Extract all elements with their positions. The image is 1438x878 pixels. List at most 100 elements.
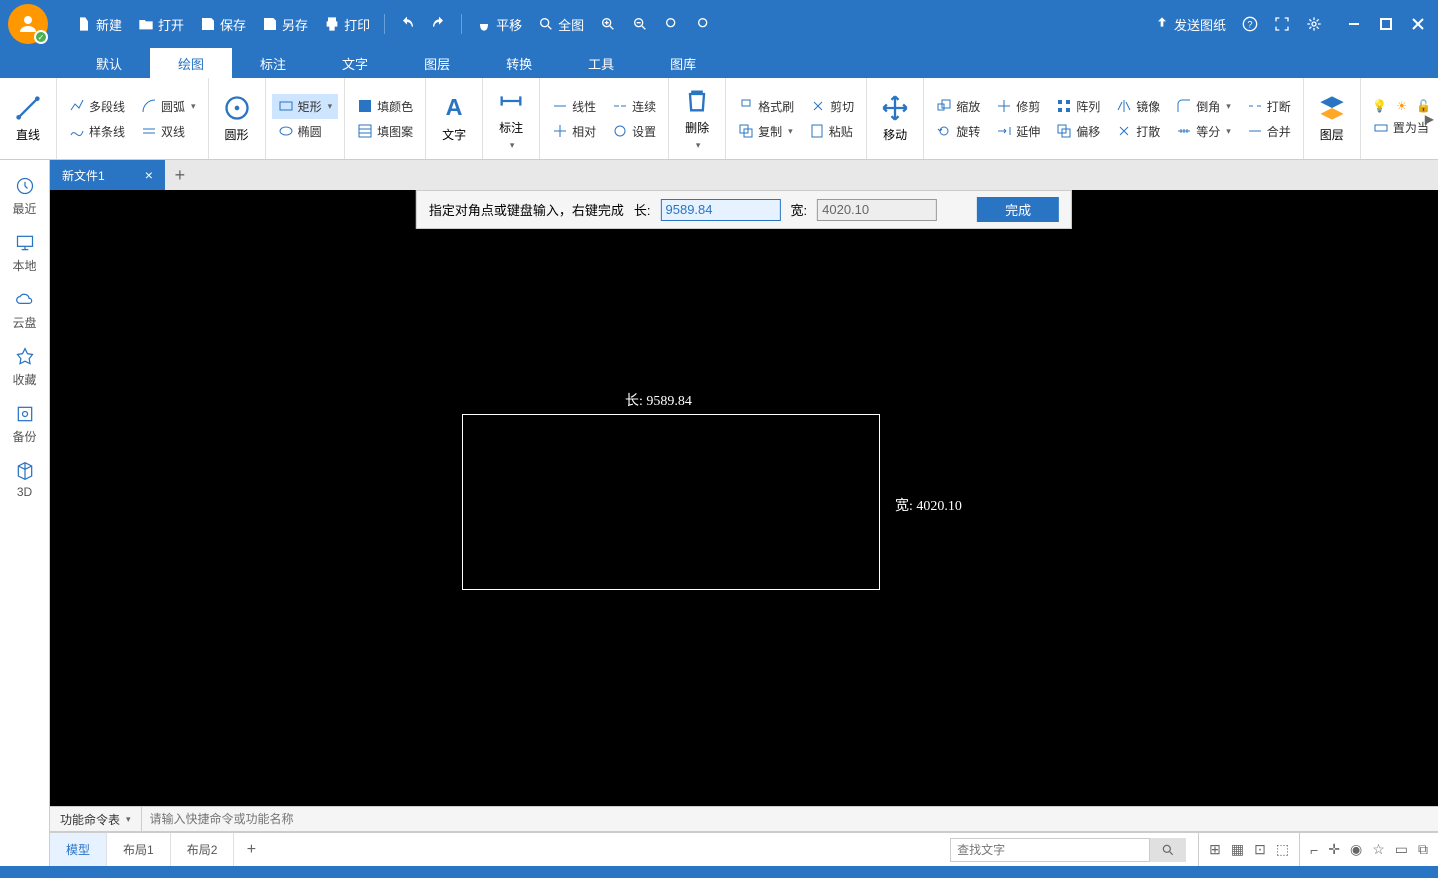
saveas-button[interactable]: 另存 <box>254 11 316 38</box>
length-input[interactable] <box>661 199 781 221</box>
circle-tool[interactable]: 圆形 <box>215 86 259 151</box>
arc-tool[interactable]: 圆弧▾ <box>135 94 202 119</box>
settings-button[interactable] <box>1298 12 1330 36</box>
copy-tool[interactable]: 复制▾ <box>732 119 799 144</box>
formatpainter-tool[interactable]: 格式刷 <box>732 94 800 119</box>
array-tool[interactable]: 阵列 <box>1050 94 1106 119</box>
line-tool[interactable]: 直线 <box>6 86 50 151</box>
fullscreen-button[interactable] <box>1266 12 1298 36</box>
redo-button[interactable] <box>423 12 455 36</box>
drawing-canvas[interactable]: 指定对角点或键盘输入，右键完成 长: 宽: 完成 长: 9589.84 宽: 4… <box>50 190 1438 806</box>
search-button[interactable] <box>1150 838 1186 862</box>
ribbon-scroll-right[interactable]: ▶ <box>1425 112 1434 126</box>
send-drawing-button[interactable]: 发送图纸 <box>1146 11 1234 38</box>
command-label[interactable]: 功能命令表▾ <box>50 807 142 831</box>
menu-convert[interactable]: 转换 <box>478 48 560 78</box>
menu-layer[interactable]: 图层 <box>396 48 478 78</box>
fullview-button[interactable]: 全图 <box>530 11 592 38</box>
sidebar-local[interactable]: 本地 <box>0 225 49 282</box>
menu-library[interactable]: 图库 <box>642 48 724 78</box>
sidebar-recent[interactable]: 最近 <box>0 168 49 225</box>
help-button[interactable]: ? <box>1234 12 1266 36</box>
linear-tool[interactable]: 线性 <box>546 94 602 119</box>
sidebar-backup[interactable]: 备份 <box>0 396 49 453</box>
fillcolor-tool[interactable]: 填颜色 <box>351 94 419 119</box>
layout-tab-2[interactable]: 布局2 <box>171 833 235 866</box>
text-tool[interactable]: A文字 <box>432 86 476 151</box>
pan-button[interactable]: 平移 <box>468 11 530 38</box>
snap-toggle[interactable]: ⊞ <box>1209 841 1221 858</box>
mirror-tool[interactable]: 镜像 <box>1110 94 1166 119</box>
annotate-tool[interactable]: 标注▾ <box>489 79 533 159</box>
open-button[interactable]: 打开 <box>130 11 192 38</box>
done-button[interactable]: 完成 <box>977 197 1059 222</box>
sidebar-3d[interactable]: 3D <box>0 453 49 507</box>
file-tab[interactable]: 新文件1 × <box>50 160 165 190</box>
menu-draw[interactable]: 绘图 <box>150 48 232 78</box>
undo-button[interactable] <box>391 12 423 36</box>
continuous-tool[interactable]: 连续 <box>606 94 662 119</box>
fav-toggle[interactable]: ☆ <box>1372 841 1385 858</box>
ortho-toggle[interactable]: ⬚ <box>1276 841 1289 858</box>
explode-tool[interactable]: 打散 <box>1110 119 1166 144</box>
layout-tab-1[interactable]: 布局1 <box>107 833 171 866</box>
width-input[interactable] <box>817 199 937 221</box>
sidebar-fav[interactable]: 收藏 <box>0 339 49 396</box>
cut-tool[interactable]: 剪切 <box>804 94 860 119</box>
layout-tab-model[interactable]: 模型 <box>50 833 107 866</box>
ellipse-tool[interactable]: 椭圆 <box>272 119 328 144</box>
zoom-prev-button[interactable] <box>688 12 720 36</box>
layer-tool[interactable]: 图层 <box>1310 86 1354 151</box>
app-logo[interactable]: ✓ <box>8 4 48 44</box>
link-toggle[interactable]: ⧉ <box>1418 841 1428 858</box>
command-input[interactable] <box>142 807 1438 831</box>
scale-tool[interactable]: 缩放 <box>930 94 986 119</box>
zoom-window-button[interactable] <box>656 12 688 36</box>
layout-add[interactable]: + <box>234 841 268 859</box>
fillet-tool[interactable]: 倒角▾ <box>1170 94 1237 119</box>
equal-tool[interactable]: 等分▾ <box>1170 119 1237 144</box>
extend-tool[interactable]: 延伸 <box>990 119 1046 144</box>
grid2-toggle[interactable]: ⊡ <box>1254 841 1266 858</box>
relative-tool[interactable]: 相对 <box>546 119 602 144</box>
sun-icon[interactable]: ☀ <box>1393 97 1411 115</box>
spline-tool[interactable]: 样条线 <box>63 119 131 144</box>
rotate-tool[interactable]: 旋转 <box>930 119 986 144</box>
dim-settings-tool[interactable]: 设置 <box>606 119 662 144</box>
ucs-toggle[interactable]: ⌐ <box>1310 842 1318 858</box>
dline-tool[interactable]: 双线 <box>135 119 191 144</box>
close-button[interactable] <box>1406 12 1430 36</box>
zoom-in-button[interactable] <box>592 12 624 36</box>
paste-tool[interactable]: 粘贴 <box>803 119 859 144</box>
menu-annotate[interactable]: 标注 <box>232 48 314 78</box>
delete-tool[interactable]: 删除▾ <box>675 79 719 159</box>
merge-tool[interactable]: 合并 <box>1241 119 1297 144</box>
save-button[interactable]: 保存 <box>192 11 254 38</box>
menu-tools[interactable]: 工具 <box>560 48 642 78</box>
crosshair-toggle[interactable]: ✛ <box>1328 841 1340 858</box>
new-button[interactable]: 新建 <box>68 11 130 38</box>
break-tool[interactable]: 打断 <box>1241 94 1297 119</box>
grid-toggle[interactable]: ▦ <box>1231 841 1244 858</box>
move-tool[interactable]: 移动 <box>873 86 917 151</box>
menu-text[interactable]: 文字 <box>314 48 396 78</box>
sidebar-cloud[interactable]: 云盘 <box>0 282 49 339</box>
color-toggle[interactable]: ◉ <box>1350 841 1362 858</box>
drawing-rectangle[interactable] <box>462 414 880 590</box>
file-tab-add[interactable]: + <box>165 160 195 190</box>
zoom-out-button[interactable] <box>624 12 656 36</box>
file-tab-close[interactable]: × <box>145 167 153 183</box>
text-search[interactable] <box>950 838 1150 862</box>
minimize-button[interactable] <box>1342 12 1366 36</box>
bulb-icon[interactable]: 💡 <box>1371 97 1389 115</box>
menu-default[interactable]: 默认 <box>68 48 150 78</box>
offset-tool[interactable]: 偏移 <box>1050 119 1106 144</box>
polyline-tool[interactable]: 多段线 <box>63 94 131 119</box>
maximize-button[interactable] <box>1374 12 1398 36</box>
layout-toggle[interactable]: ▭ <box>1395 841 1408 858</box>
print-button[interactable]: 打印 <box>316 11 378 38</box>
rect-tool[interactable]: 矩形▾ <box>272 94 339 119</box>
svg-text:?: ? <box>1247 19 1252 29</box>
trim-tool[interactable]: 修剪 <box>990 94 1046 119</box>
fillpattern-tool[interactable]: 填图案 <box>351 119 419 144</box>
